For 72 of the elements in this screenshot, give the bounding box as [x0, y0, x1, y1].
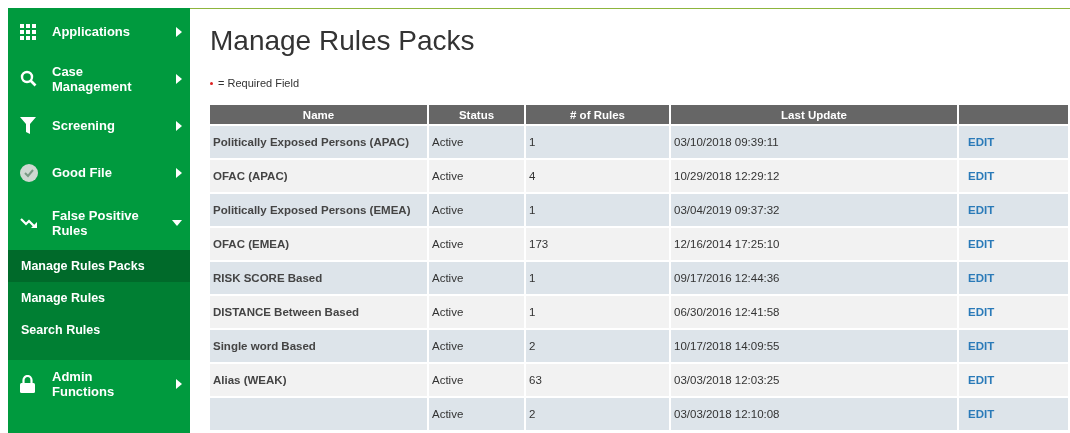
sidebar-item[interactable]: False Positive Rules — [8, 196, 190, 250]
caret-icon — [176, 73, 182, 84]
table-cell: Active — [428, 363, 525, 397]
table-cell: 06/30/2016 12:41:58 — [670, 295, 958, 329]
table-cell: 1 — [525, 261, 670, 295]
column-header: # of Rules — [525, 105, 670, 125]
table-cell: 1 — [525, 193, 670, 227]
edit-link[interactable]: EDIT — [968, 340, 995, 352]
edit-link[interactable]: EDIT — [968, 374, 995, 386]
table-cell: OFAC (APAC) — [210, 159, 428, 193]
sidebar-item[interactable]: Case Management — [8, 55, 190, 102]
table-cell: 173 — [525, 227, 670, 261]
edit-link[interactable]: EDIT — [968, 272, 995, 284]
table-cell: 03/04/2019 09:37:32 — [670, 193, 958, 227]
table-cell: 03/03/2018 12:10:08 — [670, 397, 958, 430]
search-icon — [20, 70, 37, 87]
sidebar-item[interactable]: Screening — [8, 102, 190, 149]
required-note: = Required Field — [218, 77, 300, 89]
grid-icon — [20, 23, 36, 40]
table-cell: RISK SCORE Based — [210, 261, 428, 295]
table-cell: Active — [428, 159, 525, 193]
caret-icon — [176, 26, 182, 37]
table-cell: Active — [428, 261, 525, 295]
trend-down-icon — [20, 217, 38, 229]
sidebar-item[interactable]: Applications — [8, 8, 190, 55]
table-cell: Politically Exposed Persons (APAC) — [210, 125, 428, 159]
table-cell: 09/17/2016 12:44:36 — [670, 261, 958, 295]
table-cell: 03/03/2018 12:03:25 — [670, 363, 958, 397]
column-header: Name — [210, 105, 428, 125]
caret-icon — [172, 220, 182, 226]
table-cell: Politically Exposed Persons (EMEA) — [210, 193, 428, 227]
table-cell: Active — [428, 125, 525, 159]
caret-icon — [176, 378, 182, 389]
edit-link[interactable]: EDIT — [968, 238, 995, 250]
edit-link[interactable]: EDIT — [968, 136, 995, 148]
submenu-item[interactable]: Manage Rules — [8, 282, 190, 314]
caret-icon — [176, 120, 182, 131]
table-cell: 12/16/2014 17:25:10 — [670, 227, 958, 261]
table-cell: 2 — [525, 397, 670, 430]
page-title: Manage Rules Packs — [210, 25, 476, 57]
lock-icon — [20, 374, 35, 393]
table-cell: 1 — [525, 125, 670, 159]
edit-link[interactable]: EDIT — [968, 408, 995, 420]
table-cell: 1 — [525, 295, 670, 329]
table-cell: Active — [428, 295, 525, 329]
required-dot — [210, 81, 213, 85]
table-cell: 4 — [525, 159, 670, 193]
submenu-item[interactable]: Search Rules — [8, 314, 190, 346]
table-cell: DISTANCE Between Based — [210, 295, 428, 329]
table-cell: Alias (WEAK) — [210, 363, 428, 397]
edit-link[interactable]: EDIT — [968, 204, 995, 216]
submenu-item[interactable]: Manage Rules Packs — [8, 250, 190, 282]
table-cell: Active — [428, 193, 525, 227]
table-cell: Single word Based — [210, 329, 428, 363]
table-cell: 10/17/2018 14:09:55 — [670, 329, 958, 363]
sidebar-item[interactable]: Admin Functions — [8, 360, 190, 407]
table-cell: Active — [428, 329, 525, 363]
sidebar-item[interactable]: Good File — [8, 149, 190, 196]
check-circle-icon — [20, 163, 38, 182]
table-cell: 10/29/2018 12:29:12 — [670, 159, 958, 193]
column-header: Last Update — [670, 105, 958, 125]
table-cell: Active — [428, 227, 525, 261]
table-cell: Active — [428, 397, 525, 430]
table-cell: OFAC (EMEA) — [210, 227, 428, 261]
caret-icon — [176, 167, 182, 178]
table-cell: 03/10/2018 09:39:11 — [670, 125, 958, 159]
edit-link[interactable]: EDIT — [968, 170, 995, 182]
edit-link[interactable]: EDIT — [968, 306, 995, 318]
filter-icon — [20, 117, 36, 134]
column-header: Status — [428, 105, 525, 125]
table-cell: 63 — [525, 363, 670, 397]
table-cell: 2 — [525, 329, 670, 363]
